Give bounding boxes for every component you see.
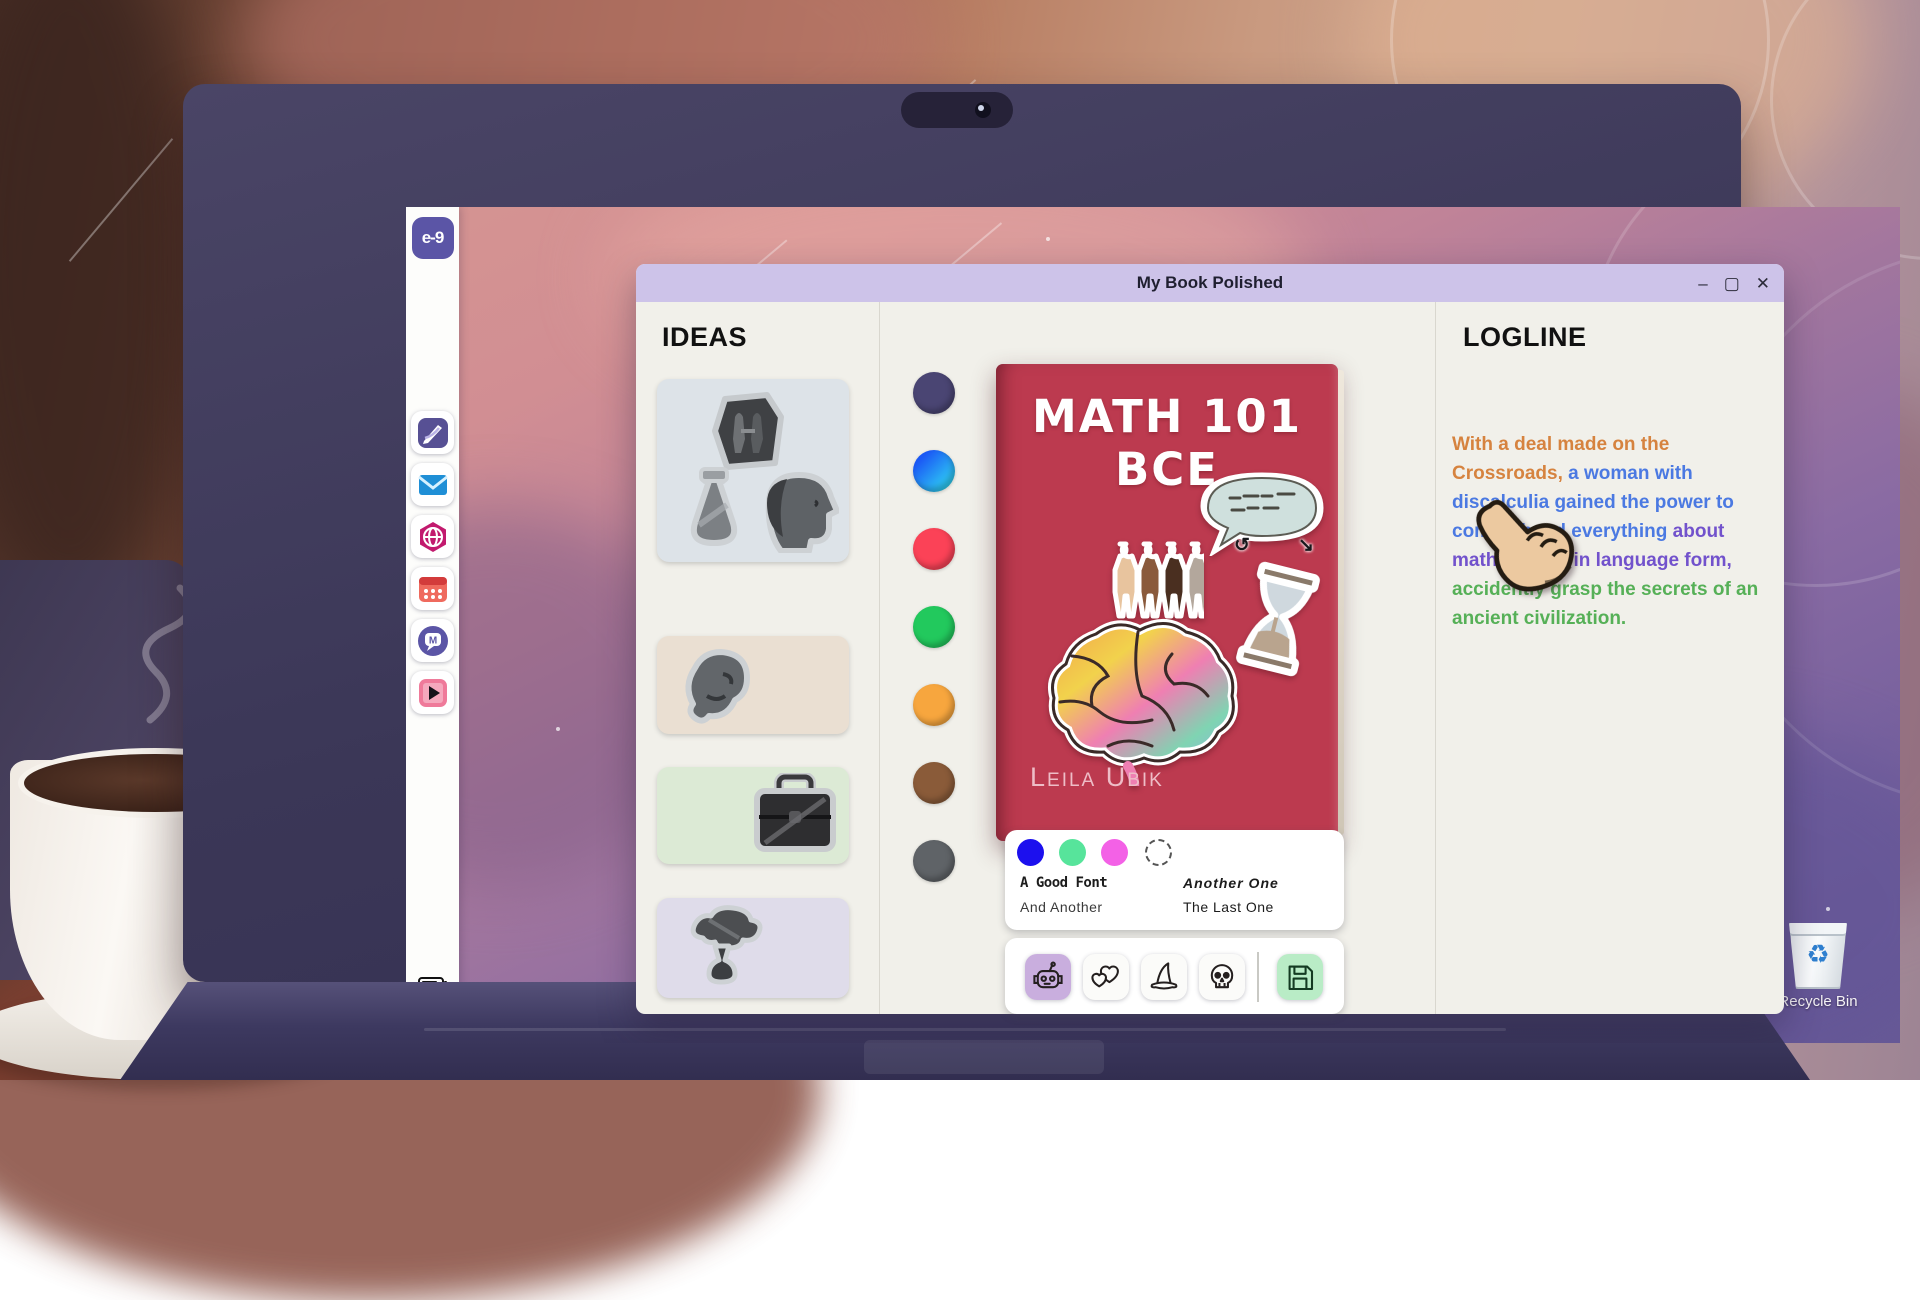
messenger-app-icon[interactable]: M — [411, 619, 454, 662]
bg-blob — [0, 0, 200, 620]
save-button[interactable] — [1277, 954, 1323, 1000]
fetus-sticker — [677, 644, 759, 726]
minimize-button[interactable]: – — [1698, 275, 1707, 292]
book-cover[interactable]: MATH 101 BCE ↺ ↘ — [996, 364, 1338, 841]
sticker-resize-control[interactable]: ↘ — [1298, 534, 1314, 557]
toolbar-divider — [1257, 952, 1259, 1002]
title-color-blue[interactable] — [1017, 839, 1044, 866]
title-color-green[interactable] — [1059, 839, 1086, 866]
webcam-lens-icon — [975, 102, 991, 118]
font-option-3[interactable]: And Another — [1020, 899, 1103, 915]
title-color-white-selected[interactable] — [1145, 839, 1172, 866]
laptop-screen: e-9 M — [406, 207, 1900, 1043]
people-row-sticker[interactable] — [1108, 532, 1204, 620]
cover-color-green[interactable] — [913, 606, 955, 648]
webcam-notch — [901, 92, 1013, 128]
mushroom-cloud-sticker — [679, 904, 769, 994]
font-option-2[interactable]: Another One — [1183, 875, 1279, 891]
panel-divider — [879, 302, 880, 1014]
calendar-app-icon[interactable] — [411, 567, 454, 610]
hearts-icon — [1089, 960, 1123, 994]
title-style-panel: A Good Font Another One And Another The … — [1005, 830, 1344, 930]
hearts-category-button[interactable] — [1083, 954, 1129, 1000]
window-titlebar[interactable]: My Book Polished – ▢ ✕ — [636, 264, 1784, 302]
idea-card-deal-potion-woman[interactable] — [657, 379, 849, 562]
writing-app-icon[interactable] — [411, 411, 454, 454]
os-logo[interactable]: e-9 — [412, 217, 454, 259]
cover-color-brown[interactable] — [913, 762, 955, 804]
cover-color-gray[interactable] — [913, 840, 955, 882]
video-app-icon[interactable] — [411, 671, 454, 714]
trackpad — [864, 1040, 1104, 1074]
robot-icon — [1031, 960, 1065, 994]
wallpaper-sparkle — [556, 727, 560, 731]
idea-card-mushroom-cloud[interactable] — [657, 898, 849, 998]
cover-color-orange[interactable] — [913, 684, 955, 726]
wallpaper-sparkle — [1826, 907, 1830, 911]
font-option-1[interactable]: A Good Font — [1020, 875, 1107, 891]
title-color-magenta[interactable] — [1101, 839, 1128, 866]
witch-hat-category-button[interactable] — [1141, 954, 1187, 1000]
laptop-bezel: e-9 M — [183, 84, 1741, 982]
taskbar: e-9 M — [406, 207, 459, 1043]
wallpaper-sparkle — [1046, 237, 1050, 241]
potion-flask-sticker — [673, 467, 755, 553]
briefcase-sticker — [749, 773, 841, 859]
cover-color-red[interactable] — [913, 528, 955, 570]
window-title: My Book Polished — [1137, 273, 1283, 293]
cover-author[interactable]: Leila Ubik — [1030, 762, 1164, 793]
skull-icon — [1205, 960, 1239, 994]
handshake-deal-sticker — [705, 391, 789, 475]
idea-card-fetus[interactable] — [657, 636, 849, 734]
woman-profile-sticker — [753, 465, 839, 553]
ideas-panel: IDEAS — [636, 302, 879, 1014]
font-option-4[interactable]: The Last One — [1183, 899, 1274, 915]
app-window: My Book Polished – ▢ ✕ IDEAS — [636, 264, 1784, 1014]
maximize-button[interactable]: ▢ — [1724, 275, 1740, 292]
svg-text:M: M — [428, 635, 436, 646]
skull-category-button[interactable] — [1199, 954, 1245, 1000]
robot-category-button[interactable] — [1025, 954, 1071, 1000]
cover-color-navy[interactable] — [913, 372, 955, 414]
witch-hat-icon — [1147, 960, 1181, 994]
close-button[interactable]: ✕ — [1756, 275, 1770, 292]
mail-app-icon[interactable] — [411, 463, 454, 506]
book-pages-edge — [1338, 370, 1344, 835]
logline-heading: LOGLINE — [1463, 322, 1587, 353]
cafe-scene: e-9 M — [0, 0, 1920, 1080]
cover-color-blue[interactable] — [913, 450, 955, 492]
sticker-toolbar — [1005, 938, 1344, 1014]
ideas-heading: IDEAS — [662, 322, 747, 353]
sticker-rotate-control[interactable]: ↺ — [1234, 534, 1250, 557]
idea-card-briefcase[interactable] — [657, 767, 849, 864]
rainbow-brain-sticker[interactable] — [1032, 616, 1248, 786]
save-floppy-icon — [1284, 961, 1316, 993]
browser-app-icon[interactable] — [411, 515, 454, 558]
logline-panel: LOGLINE With a deal made on the Crossroa… — [1435, 302, 1784, 1014]
keyboard-edge — [424, 1028, 1506, 1031]
recycle-bin-icon[interactable]: ♻ — [1789, 923, 1847, 989]
